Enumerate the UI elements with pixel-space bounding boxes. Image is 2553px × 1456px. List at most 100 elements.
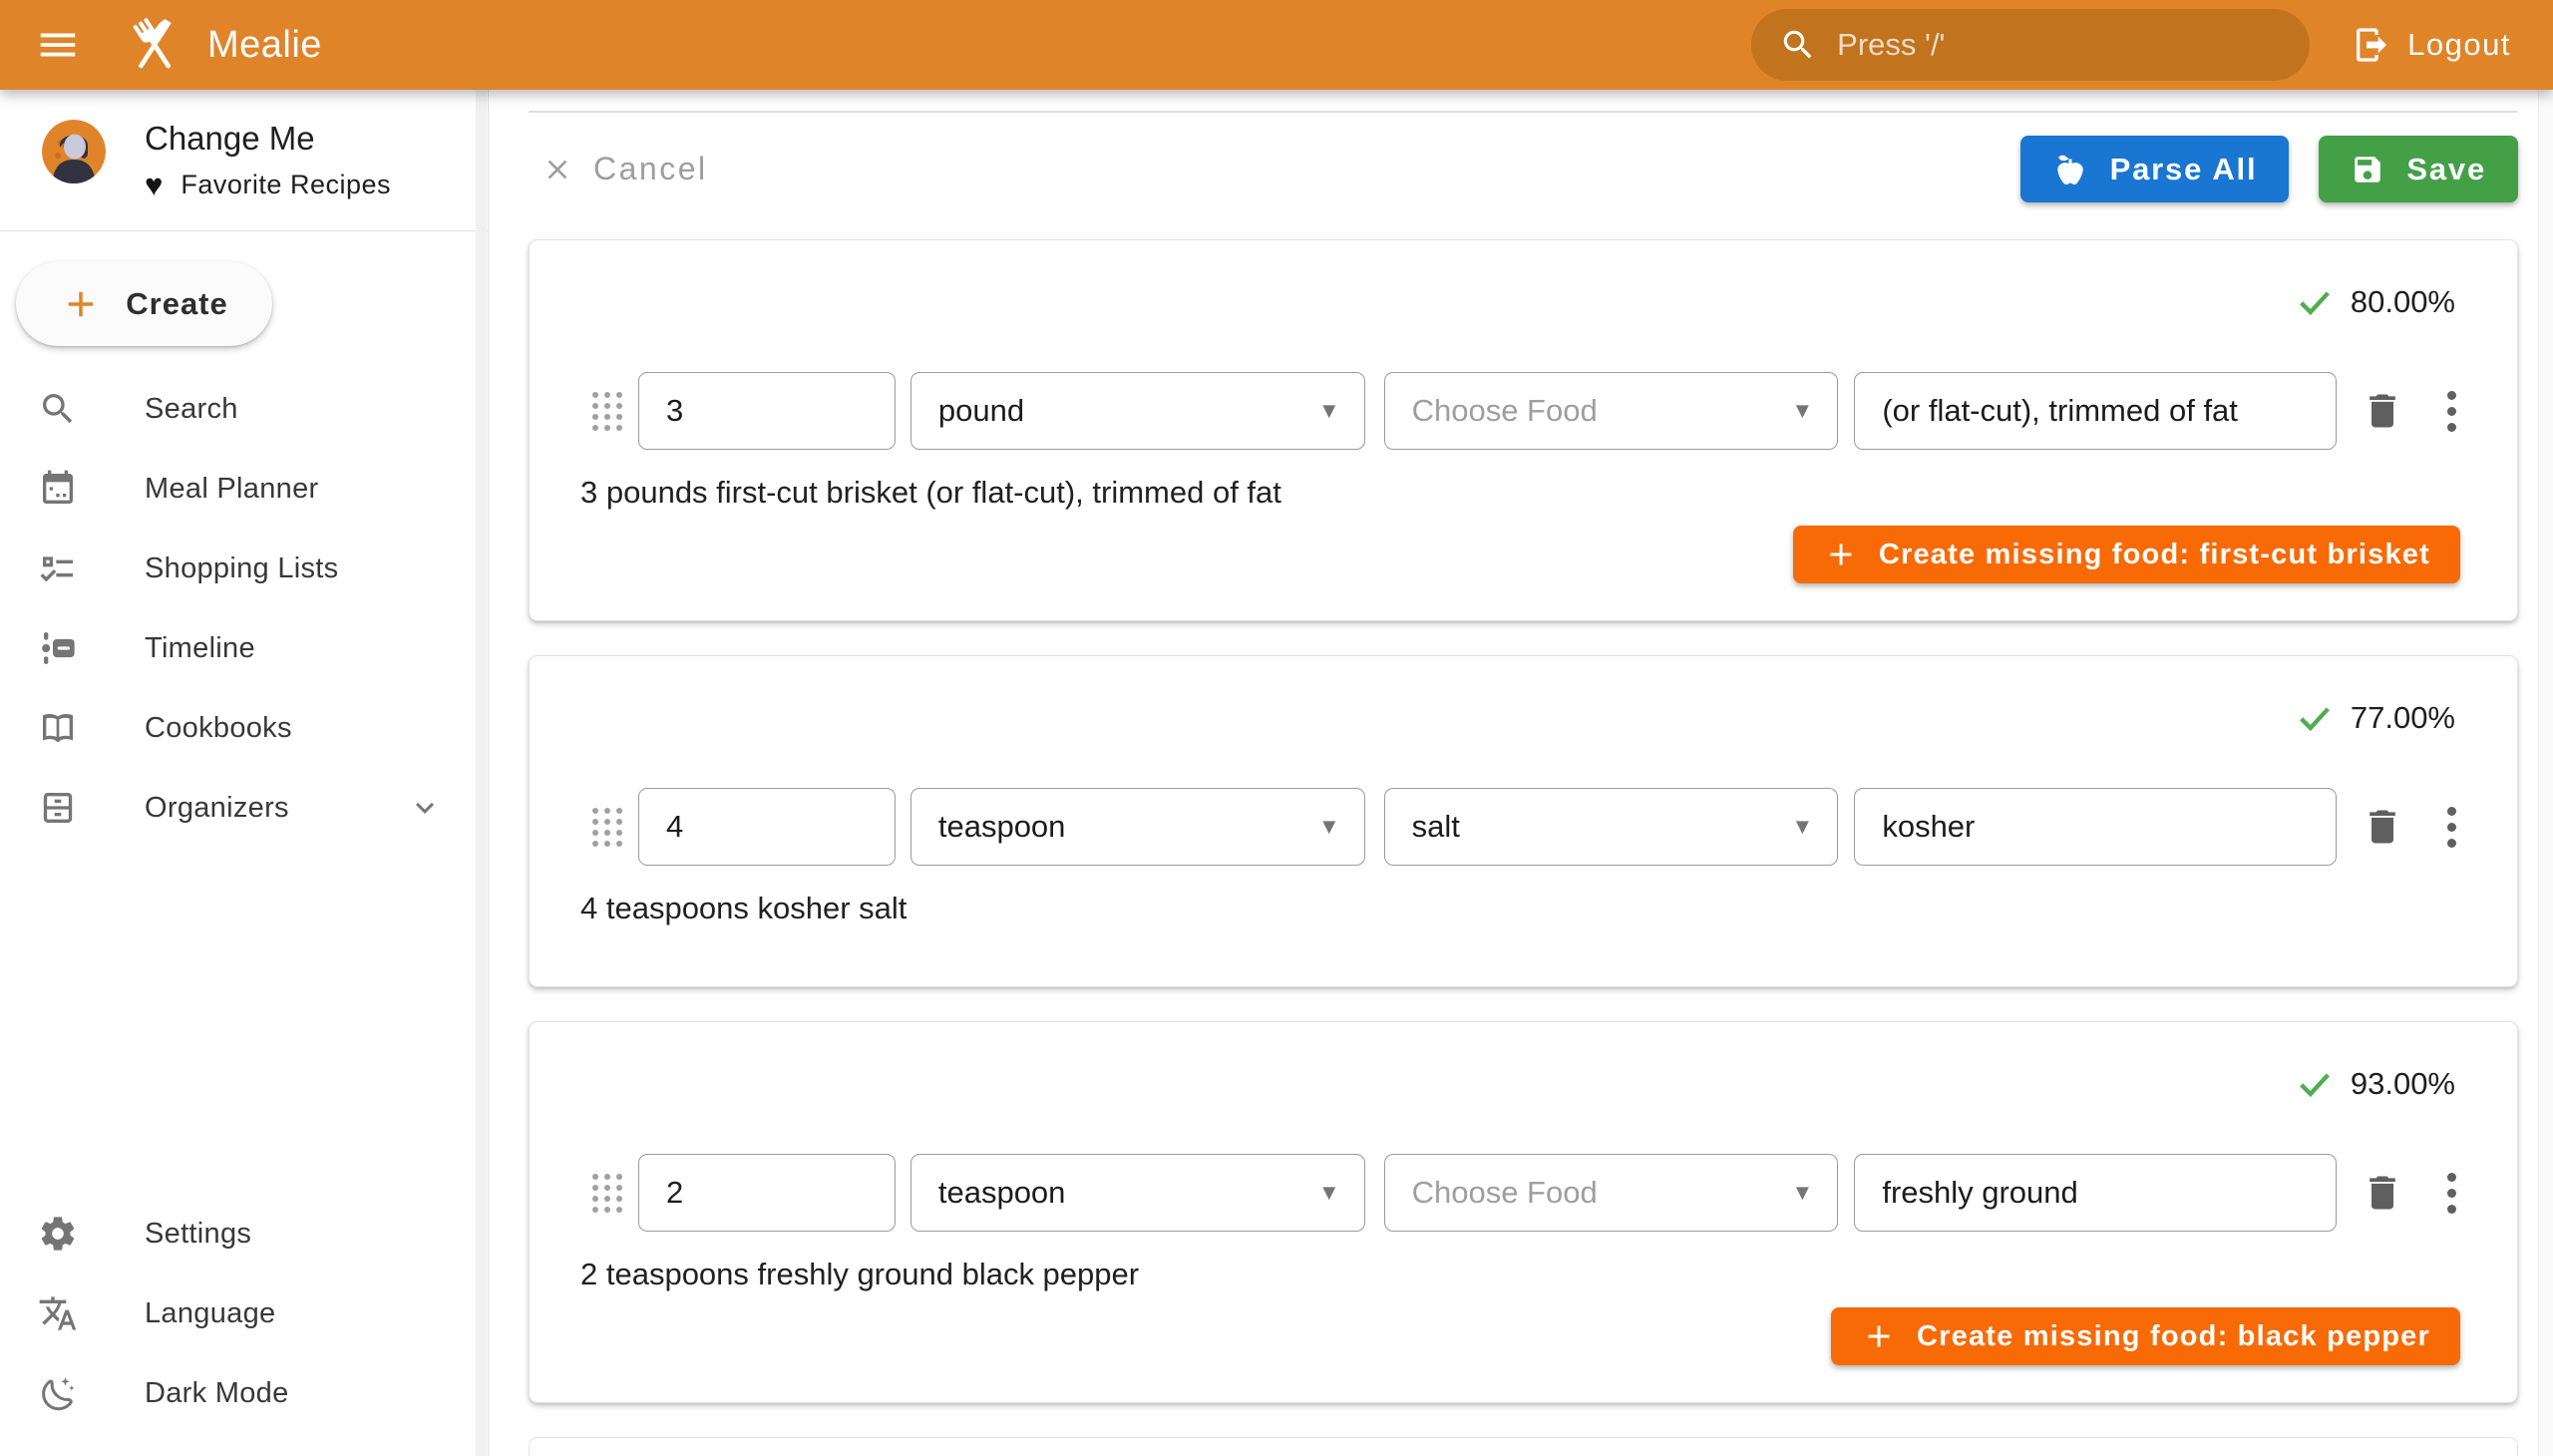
favorite-recipes-label: Favorite Recipes — [181, 170, 391, 200]
sidebar-scrollbar[interactable] — [476, 90, 487, 1456]
gear-icon — [38, 1214, 78, 1254]
original-ingredient-text: 3 pounds first-cut brisket (or flat-cut)… — [580, 475, 2457, 511]
apple-icon — [2052, 152, 2088, 187]
logout-button[interactable]: Logout — [2352, 25, 2511, 65]
sidebar-item-language[interactable]: Language — [0, 1274, 488, 1353]
parse-all-label: Parse All — [2110, 152, 2258, 187]
confidence-badge: 93.00% — [530, 1022, 2517, 1104]
delete-button[interactable] — [2358, 802, 2407, 852]
original-ingredient-text: 2 teaspoons freshly ground black pepper — [580, 1257, 2457, 1292]
save-icon — [2351, 153, 2384, 186]
sidebar-footer: Settings Language Dark Mode — [0, 1194, 488, 1433]
ingredient-card: 93.00% 2 teaspoon▼ Choose Food▼ freshly … — [529, 1021, 2518, 1403]
amount-field[interactable]: 3 — [638, 372, 896, 450]
sidebar-item-label: Language — [145, 1297, 275, 1330]
create-label: Create — [126, 286, 228, 322]
sidebar-item-label: Meal Planner — [145, 473, 318, 506]
sidebar-item-search[interactable]: Search — [0, 369, 488, 449]
ingredient-fields-row: 3 pound▼ Choose Food▼ (or flat-cut), tri… — [592, 372, 2462, 450]
timeline-icon — [38, 628, 78, 668]
cancel-button[interactable]: Cancel — [542, 151, 708, 187]
drag-handle[interactable] — [592, 1174, 622, 1213]
dropdown-arrow-icon: ▼ — [1780, 1180, 1814, 1206]
check-icon — [2295, 282, 2335, 322]
book-icon — [38, 708, 78, 748]
amount-field[interactable]: 4 — [638, 788, 896, 866]
more-menu-button[interactable] — [2440, 384, 2462, 438]
app-title: Mealie — [207, 24, 322, 67]
create-missing-food-button[interactable]: Create missing food: first-cut brisket — [1793, 526, 2460, 583]
logout-icon — [2352, 25, 2391, 65]
cancel-label: Cancel — [593, 151, 708, 187]
search-icon — [38, 389, 78, 429]
sidebar-item-label: Search — [145, 393, 238, 426]
dropdown-arrow-icon: ▼ — [1306, 814, 1340, 840]
check-icon — [2295, 698, 2335, 738]
food-select[interactable]: salt▼ — [1384, 788, 1839, 866]
translate-icon — [38, 1293, 78, 1333]
sidebar-item-shopping-lists[interactable]: Shopping Lists — [0, 529, 488, 608]
save-label: Save — [2406, 152, 2486, 187]
delete-button[interactable] — [2358, 1168, 2407, 1218]
sidebar-item-meal-planner[interactable]: Meal Planner — [0, 449, 488, 529]
save-button[interactable]: Save — [2319, 136, 2518, 202]
confidence-badge: 80.00% — [530, 240, 2517, 322]
heart-icon: ♥ — [145, 170, 163, 200]
search-icon — [1779, 26, 1817, 64]
trash-icon — [2361, 1171, 2404, 1215]
search-placeholder: Press '/' — [1837, 27, 1945, 63]
drag-handle[interactable] — [592, 808, 622, 847]
confidence-value: 80.00% — [2351, 284, 2455, 320]
create-button[interactable]: Create — [16, 261, 272, 346]
trash-icon — [2361, 805, 2404, 849]
dropdown-arrow-icon: ▼ — [1780, 814, 1814, 840]
confidence-value: 77.00% — [2351, 700, 2455, 736]
user-profile-card[interactable]: Change Me ♥ Favorite Recipes — [0, 90, 488, 200]
drag-handle[interactable] — [592, 392, 622, 431]
more-menu-button[interactable] — [2440, 1166, 2462, 1220]
trash-icon — [2361, 389, 2404, 433]
close-icon — [542, 154, 573, 185]
sidebar-item-timeline[interactable]: Timeline — [0, 608, 488, 688]
sidebar-item-organizers[interactable]: Organizers — [0, 768, 488, 848]
unit-select[interactable]: teaspoon▼ — [911, 1154, 1365, 1232]
avatar — [42, 120, 106, 183]
sidebar-divider — [0, 230, 488, 231]
sidebar-item-dark-mode[interactable]: Dark Mode — [0, 1353, 488, 1433]
unit-select[interactable]: teaspoon▼ — [911, 788, 1365, 866]
more-menu-button[interactable] — [2440, 800, 2462, 854]
sidebar-item-settings[interactable]: Settings — [0, 1194, 488, 1274]
main-scrollbar[interactable] — [2538, 90, 2553, 1456]
drawer-icon — [38, 788, 78, 828]
create-missing-food-button[interactable]: Create missing food: black pepper — [1831, 1307, 2460, 1365]
food-select[interactable]: Choose Food▼ — [1384, 1154, 1839, 1232]
sidebar-item-label: Dark Mode — [145, 1377, 289, 1410]
parse-all-button[interactable]: Parse All — [2020, 136, 2290, 202]
delete-button[interactable] — [2358, 386, 2407, 436]
amount-field[interactable]: 2 — [638, 1154, 896, 1232]
dropdown-arrow-icon: ▼ — [1306, 1180, 1340, 1206]
sidebar-item-cookbooks[interactable]: Cookbooks — [0, 688, 488, 768]
ingredient-fields-row: 2 teaspoon▼ Choose Food▼ freshly ground — [592, 1154, 2462, 1232]
logout-label: Logout — [2407, 27, 2511, 63]
calendar-icon — [38, 469, 78, 509]
mealie-logo-icon[interactable] — [124, 14, 185, 76]
sidebar-nav: Search Meal Planner Shopping Lists Timel… — [0, 369, 488, 848]
note-field[interactable]: kosher — [1854, 788, 2337, 866]
plus-icon — [60, 283, 102, 325]
original-ingredient-text: 4 teaspoons kosher salt — [580, 891, 2457, 926]
favorite-recipes-link[interactable]: ♥ Favorite Recipes — [145, 170, 391, 200]
checklist-icon — [38, 548, 78, 588]
food-select[interactable]: Choose Food▼ — [1384, 372, 1839, 450]
ingredient-list: 80.00% 3 pound▼ Choose Food▼ (or flat-cu… — [490, 202, 2553, 1456]
unit-select[interactable]: pound▼ — [911, 372, 1365, 450]
card-actions: Create missing food: black pepper — [530, 1292, 2517, 1365]
main-content: Cancel Parse All Save 80.00% — [490, 90, 2553, 1456]
moon-icon — [38, 1373, 78, 1413]
hamburger-menu-icon[interactable] — [34, 21, 82, 69]
note-field[interactable]: freshly ground — [1854, 1154, 2337, 1232]
sidebar-item-label: Timeline — [145, 632, 255, 665]
ingredient-card: 80.00% 3 pound▼ Choose Food▼ (or flat-cu… — [529, 239, 2518, 621]
note-field[interactable]: (or flat-cut), trimmed of fat — [1854, 372, 2337, 450]
search-input[interactable]: Press '/' — [1751, 9, 2310, 81]
